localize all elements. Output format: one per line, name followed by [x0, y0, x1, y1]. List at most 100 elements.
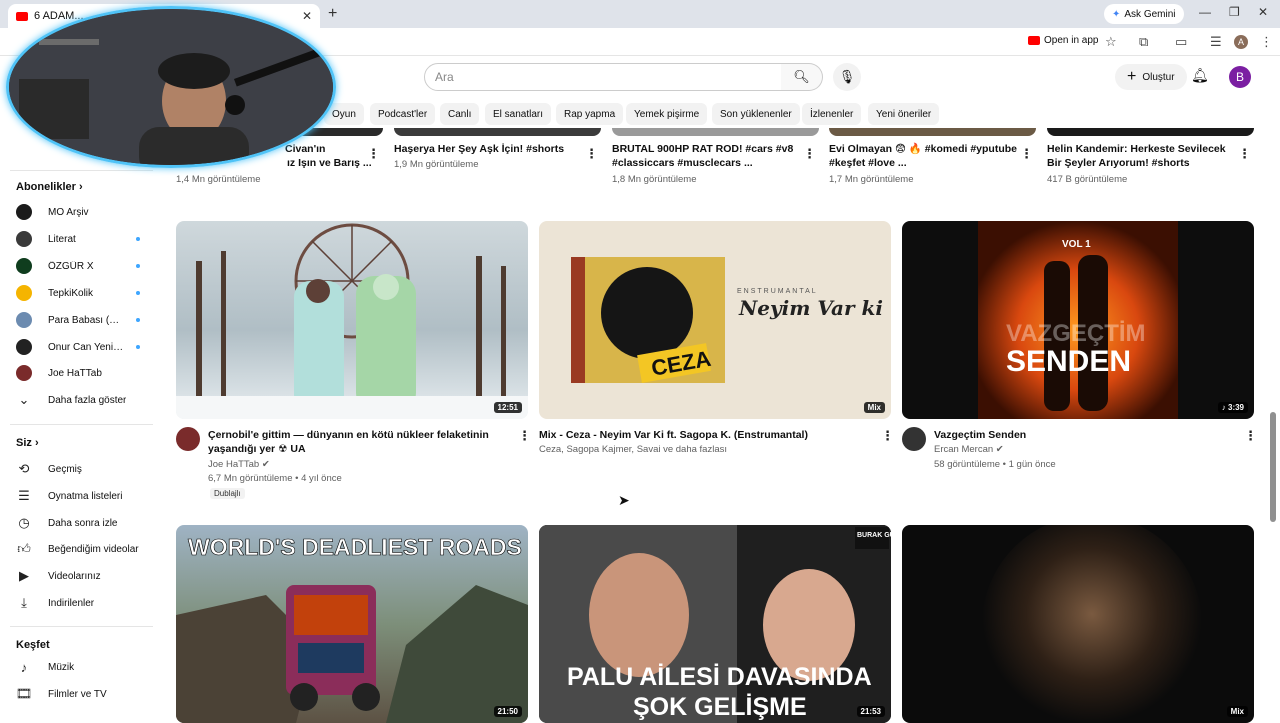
- short-title[interactable]: #classiccars #musclecars ...: [612, 156, 753, 170]
- dark-portrait-thumbnail-art: [982, 525, 1202, 723]
- sidebar-item-playlists[interactable]: ☰ Oynatma listeleri: [16, 484, 140, 508]
- channel-avatar[interactable]: [176, 427, 200, 451]
- video-thumbnail[interactable]: 12:51: [176, 221, 528, 419]
- sidebar-item-literat[interactable]: Literat: [16, 227, 140, 251]
- short-title[interactable]: Haşerya Her Şey Aşk İçin! #shorts: [394, 142, 564, 156]
- chip-rap-yapma[interactable]: Rap yapma: [556, 103, 624, 125]
- gemini-star-icon: ✦: [1112, 8, 1121, 20]
- cast-icon[interactable]: ▭: [1175, 34, 1187, 50]
- sidebar-item-para-babasi[interactable]: Para Babası (Sai...: [16, 308, 140, 332]
- vazgectim-thumbnail-art: VOL 1 VAZGEÇTİM SENDEN: [978, 221, 1178, 419]
- video-duration: ♪ 3:39: [1217, 402, 1248, 413]
- channel-avatar: [16, 258, 32, 274]
- video-thumbnail[interactable]: [829, 128, 1036, 136]
- notifications-bell-icon[interactable]: 🔔︎: [1191, 67, 1209, 84]
- short-title[interactable]: #keşfet #love ...: [829, 156, 907, 170]
- sidebar-item-onur-can[interactable]: Onur Can Yenilm...: [16, 335, 140, 359]
- reading-list-icon[interactable]: ☰: [1210, 34, 1222, 50]
- video-thumbnail[interactable]: BURAK GÜNGÖR PALU AİLESİ DAVASINDA ŞOK G…: [539, 525, 891, 723]
- palu-thumbnail-art: BURAK GÜNGÖR PALU AİLESİ DAVASINDA ŞOK G…: [539, 525, 891, 723]
- svg-text:SENDEN: SENDEN: [1006, 345, 1131, 378]
- voice-search-button[interactable]: 🎙︎: [833, 63, 861, 91]
- video-thumbnail[interactable]: [1047, 128, 1254, 136]
- more-options-icon[interactable]: ⋮: [881, 428, 894, 444]
- video-title[interactable]: Çernobil'e gittim — dünyanın en kötü nük…: [208, 428, 489, 442]
- svg-text:VAZGEÇTİM: VAZGEÇTİM: [1006, 320, 1146, 347]
- short-title[interactable]: Helin Kandemir: Herkeste Sevilecek: [1047, 142, 1226, 156]
- video-thumbnail[interactable]: [394, 128, 601, 136]
- video-thumbnail[interactable]: WORLD'S DEADLIEST ROADS 21:50: [176, 525, 528, 723]
- create-button[interactable]: + Oluştur: [1115, 64, 1187, 90]
- svg-text:Neyim Var ki: Neyim Var ki: [738, 296, 883, 320]
- video-thumbnail[interactable]: VOL 1 VAZGEÇTİM SENDEN ♪ 3:39: [902, 221, 1254, 419]
- chip-el-sanatlari[interactable]: El sanatları: [485, 103, 552, 125]
- window-close-icon[interactable]: ✕: [1258, 5, 1268, 19]
- browser-menu-icon[interactable]: ⋮: [1260, 34, 1273, 50]
- sidebar-item-joe-hattab[interactable]: Joe HaTTab: [16, 361, 140, 385]
- video-title[interactable]: Mix - Ceza - Neyim Var Ki ft. Sagopa K. …: [539, 428, 808, 442]
- video-stats: 58 görüntüleme • 1 gün önce: [934, 459, 1056, 470]
- more-options-icon[interactable]: ⋮: [585, 146, 598, 162]
- subscriptions-heading[interactable]: Abonelikler ›: [16, 181, 83, 193]
- minimize-icon[interactable]: —: [1199, 5, 1211, 19]
- video-thumbnail[interactable]: [612, 128, 819, 136]
- sidebar-item-history[interactable]: ⟲ Geçmiş: [16, 457, 140, 481]
- sidebar-item-liked-videos[interactable]: 👍︎ Beğendiğim videolar: [16, 537, 140, 561]
- channel-name[interactable]: Joe HaTTab ✔: [208, 458, 270, 472]
- bookmark-star-icon[interactable]: ☆: [1105, 34, 1117, 50]
- channel-avatar[interactable]: [902, 427, 926, 451]
- short-title[interactable]: Evi Olmayan 😨 🔥 #komedi #yputube: [829, 142, 1017, 156]
- new-tab-button[interactable]: +: [328, 5, 337, 23]
- chip-izlenenler[interactable]: İzlenenler: [802, 103, 862, 125]
- short-title[interactable]: Bir Şeyler Arıyorum! #shorts: [1047, 156, 1190, 170]
- new-content-dot: [136, 291, 140, 295]
- sidebar-divider: [10, 626, 153, 627]
- chip-canli[interactable]: Canlı: [440, 103, 480, 125]
- mix-badge: Mix: [863, 402, 885, 413]
- page-scrollbar[interactable]: [1270, 412, 1276, 522]
- video-thumbnail[interactable]: Mix: [902, 525, 1254, 723]
- short-title[interactable]: BRUTAL 900HP RAT ROD! #cars #v8: [612, 142, 793, 156]
- more-options-icon[interactable]: ⋮: [1244, 428, 1257, 444]
- sidebar-item-mo-arsiv[interactable]: MO Arşiv: [16, 200, 140, 224]
- sidebar-item-movies[interactable]: 🎞︎ Filmler ve TV: [16, 682, 140, 706]
- chip-yeni-oneriler[interactable]: Yeni öneriler: [868, 103, 940, 125]
- sidebar-item-watch-later[interactable]: ◷ Daha sonra izle: [16, 511, 140, 535]
- sidebar-item-ozgur-x[interactable]: ÖZGÜR X: [16, 254, 140, 278]
- channel-avatar: [16, 339, 32, 355]
- tab-close-icon[interactable]: ✕: [302, 9, 312, 23]
- video-title[interactable]: Vazgeçtim Senden: [934, 428, 1026, 442]
- channel-name[interactable]: Ercan Mercan ✔: [934, 443, 1004, 457]
- more-options-icon[interactable]: ⋮: [367, 146, 380, 162]
- account-avatar[interactable]: B: [1229, 66, 1251, 88]
- video-thumbnail[interactable]: CEZA ENSTRUMANTAL Neyim Var ki Mix: [539, 221, 891, 419]
- sidebar-item-tepkikolik[interactable]: TepkiKolik: [16, 281, 140, 305]
- short-title[interactable]: ız Işın ve Barış ...: [287, 156, 372, 170]
- ask-gemini-button[interactable]: ✦ Ask Gemini: [1104, 4, 1184, 24]
- short-views: 1,8 Mn görüntüleme: [612, 174, 697, 185]
- video-stats: 6,7 Mn görüntüleme • 4 yıl önce: [208, 473, 342, 484]
- sidebar-item-your-videos[interactable]: ▶ Videolarınız: [16, 564, 140, 588]
- chip-son-yuklenenler[interactable]: Son yüklenenler: [712, 103, 800, 125]
- more-options-icon[interactable]: ⋮: [1020, 146, 1033, 162]
- extensions-icon[interactable]: ⧉: [1139, 34, 1148, 50]
- video-duration: 21:53: [856, 706, 885, 717]
- open-in-app-button[interactable]: Open in app: [1028, 35, 1099, 46]
- search-button[interactable]: 🔍︎: [781, 63, 823, 91]
- more-options-icon[interactable]: ⋮: [803, 146, 816, 162]
- playlists-icon: ☰: [18, 488, 30, 503]
- you-heading[interactable]: Siz ›: [16, 437, 39, 449]
- browser-profile-avatar[interactable]: A: [1234, 35, 1248, 49]
- sidebar-item-music[interactable]: ♪ Müzik: [16, 655, 140, 679]
- short-title[interactable]: Civan'ın: [285, 142, 325, 156]
- show-more-button[interactable]: ⌄ Daha fazla göster: [16, 388, 140, 412]
- chip-yemek-pisirme[interactable]: Yemek pişirme: [626, 103, 708, 125]
- more-options-icon[interactable]: ⋮: [518, 428, 531, 444]
- restore-icon[interactable]: ❐: [1229, 5, 1240, 19]
- sidebar-item-downloads[interactable]: ⤓ İndirilenler: [16, 591, 140, 615]
- chip-podcasts[interactable]: Podcast'ler: [370, 103, 436, 125]
- video-title[interactable]: yaşandığı yer ☢ UA: [208, 442, 306, 456]
- more-options-icon[interactable]: ⋮: [1238, 146, 1251, 162]
- search-input[interactable]: Ara: [424, 63, 782, 91]
- short-views: 1,7 Mn görüntüleme: [829, 174, 914, 185]
